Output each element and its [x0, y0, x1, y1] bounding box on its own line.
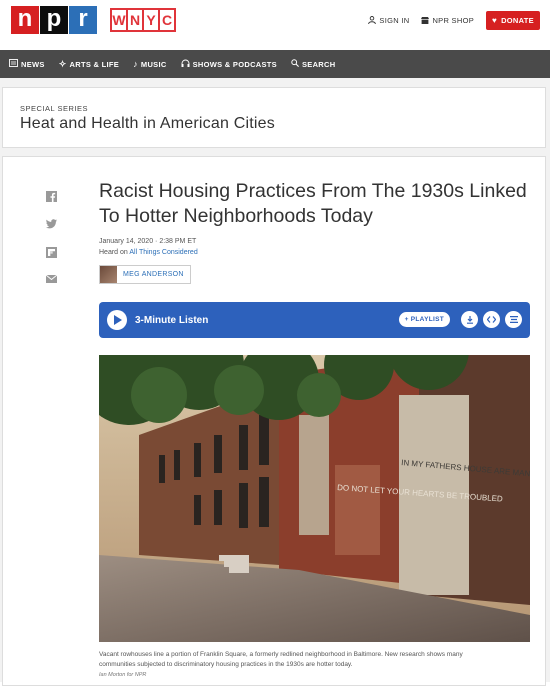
story-date: January 14, 2020 · 2:38 PM ET: [99, 238, 197, 245]
top-links: SIGN IN NPR SHOP ♥ DONATE: [368, 11, 540, 30]
series-banner[interactable]: SPECIAL SERIES Heat and Health in Americ…: [2, 87, 546, 148]
program-link[interactable]: All Things Considered: [129, 249, 197, 256]
author-name: MEG ANDERSON: [123, 271, 184, 278]
audio-player: 3-Minute Listen + PLAYLIST: [99, 302, 530, 338]
search-icon: [291, 59, 299, 69]
user-icon: [368, 15, 377, 26]
heard-on: Heard on All Things Considered: [99, 247, 198, 258]
nav-item-news[interactable]: NEWS: [9, 59, 45, 69]
player-actions: + PLAYLIST: [398, 311, 522, 328]
email-icon[interactable]: [45, 274, 57, 287]
playlist-label: PLAYLIST: [410, 316, 444, 323]
heart-icon: ♥: [492, 16, 498, 25]
share-tools: [45, 191, 57, 303]
series-kicker: SPECIAL SERIES: [20, 104, 88, 113]
author-byline[interactable]: MEG ANDERSON: [99, 265, 191, 284]
npr-logo-p: p: [40, 6, 68, 34]
npr-logo-r: r: [69, 6, 97, 34]
npr-logo-n: n: [11, 6, 39, 34]
play-icon[interactable]: [107, 310, 127, 330]
twitter-icon[interactable]: [45, 219, 57, 231]
story-headline: Racist Housing Practices From The 1930s …: [99, 180, 527, 227]
headphones-icon: [181, 59, 190, 69]
listen-duration-label: 3-Minute Listen: [135, 314, 209, 326]
sign-in-label: SIGN IN: [379, 16, 410, 25]
nav-label-search: SEARCH: [301, 59, 336, 69]
wnyc-logo-c: C: [158, 8, 176, 32]
news-icon: [9, 59, 18, 69]
npr-shop-link[interactable]: NPR SHOP: [421, 16, 474, 26]
top-bar: n p r W N Y C SIGN IN NPR SHOP ♥ DONATE: [0, 0, 550, 50]
story-photo[interactable]: DO NOT LET YOUR HEARTS BE TROUBLED IN MY…: [99, 355, 530, 642]
arts-icon: ✧: [58, 58, 67, 69]
author-avatar: [100, 266, 117, 283]
nav-label-music: MUSIC: [140, 59, 167, 69]
story-card: Racist Housing Practices From The 1930s …: [2, 156, 546, 686]
nav-label-news: NEWS: [21, 59, 45, 69]
main-nav: NEWS ✧ ARTS & LIFE ♪ MUSIC SHOWS & PODCA…: [0, 50, 550, 78]
heard-on-prefix: Heard on: [99, 249, 130, 256]
flipboard-icon[interactable]: [45, 247, 57, 259]
npr-logo[interactable]: n p r: [11, 6, 98, 34]
donate-label: DONATE: [501, 16, 534, 25]
nav-item-search[interactable]: SEARCH: [291, 59, 335, 69]
photo-caption: Vacant rowhouses line a portion of Frank…: [99, 651, 463, 668]
facebook-icon[interactable]: [45, 191, 57, 203]
add-to-playlist-button[interactable]: + PLAYLIST: [398, 312, 450, 327]
nav-label-arts-life: ARTS & LIFE: [69, 59, 120, 69]
nav-item-arts-life[interactable]: ✧ ARTS & LIFE: [59, 59, 119, 70]
transcript-icon[interactable]: [505, 311, 522, 328]
npr-shop-label: NPR SHOP: [432, 16, 475, 25]
donate-button[interactable]: ♥ DONATE: [486, 11, 540, 30]
embed-icon[interactable]: [483, 311, 500, 328]
nav-item-music[interactable]: ♪ MUSIC: [133, 59, 166, 69]
download-icon[interactable]: [461, 311, 478, 328]
nav-item-shows-podcasts[interactable]: SHOWS & PODCASTS: [181, 59, 277, 69]
sign-in-link[interactable]: SIGN IN: [368, 15, 410, 26]
nav-label-shows-podcasts: SHOWS & PODCASTS: [192, 59, 277, 69]
shop-icon: [421, 16, 430, 26]
music-icon: ♪: [133, 59, 138, 69]
story-dateline: January 14, 2020 · 2:38 PM ET Heard on A…: [99, 236, 198, 258]
wnyc-logo[interactable]: W N Y C: [110, 8, 176, 32]
photo-credit: Ian Morton for NPR: [99, 672, 147, 678]
rowhouse-photo-illustration: DO NOT LET YOUR HEARTS BE TROUBLED IN MY…: [99, 355, 530, 642]
series-title[interactable]: Heat and Health in American Cities: [20, 115, 528, 133]
